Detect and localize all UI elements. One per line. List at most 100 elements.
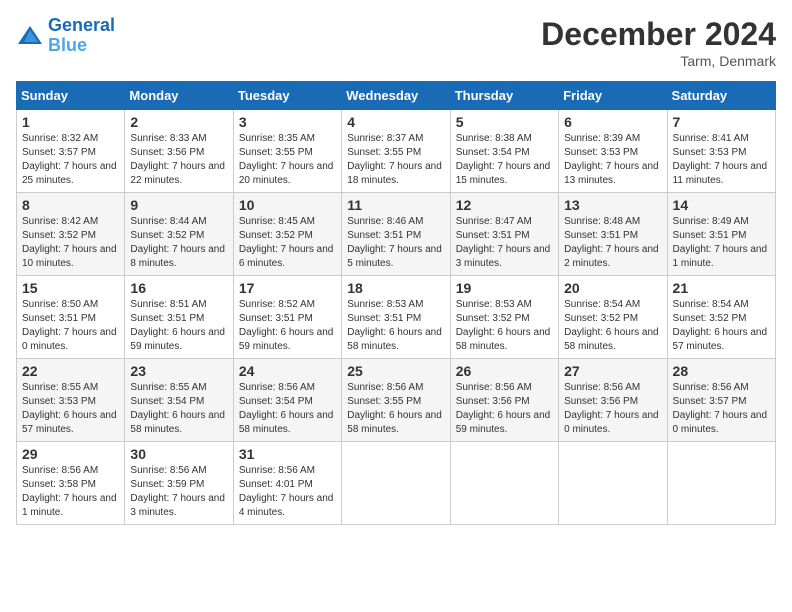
logo-icon <box>16 24 44 48</box>
day-number: 13 <box>564 197 661 213</box>
calendar-cell: 16 Sunrise: 8:51 AMSunset: 3:51 PMDayligh… <box>125 276 233 359</box>
day-number: 6 <box>564 114 661 130</box>
calendar-cell: 4Sunrise: 8:37 AMSunset: 3:55 PMDaylight… <box>342 110 450 193</box>
day-number: 20 <box>564 280 661 296</box>
day-info: Sunrise: 8:39 AMSunset: 3:53 PMDaylight:… <box>564 132 661 188</box>
day-info: Sunrise: 8:54 AMSunset: 3:52 PMDaylight:… <box>564 298 661 354</box>
day-info: Sunrise: 8:56 AMSunset: 3:54 PMDaylight:… <box>239 381 336 437</box>
calendar-cell: 23 Sunrise: 8:55 AMSunset: 3:54 PMDayligh… <box>125 359 233 442</box>
col-header-thursday: Thursday <box>450 82 558 110</box>
calendar-cell: 31 Sunrise: 8:56 AMSunset: 4:01 PMDayligh… <box>233 442 341 525</box>
day-info: Sunrise: 8:47 AMSunset: 3:51 PMDaylight:… <box>456 215 553 271</box>
day-info: Sunrise: 8:50 AMSunset: 3:51 PMDaylight:… <box>22 298 119 354</box>
day-number: 19 <box>456 280 553 296</box>
calendar-cell: 2 Sunrise: 8:33 AMSunset: 3:56 PMDaylight… <box>125 110 233 193</box>
day-number: 8 <box>22 197 119 213</box>
day-info: Sunrise: 8:56 AMSunset: 3:57 PMDaylight:… <box>673 381 770 437</box>
calendar-cell: 11 Sunrise: 8:46 AMSunset: 3:51 PMDayligh… <box>342 193 450 276</box>
col-header-tuesday: Tuesday <box>233 82 341 110</box>
col-header-sunday: Sunday <box>17 82 125 110</box>
day-number: 17 <box>239 280 336 296</box>
calendar-cell: 5 Sunrise: 8:38 AMSunset: 3:54 PMDaylight… <box>450 110 558 193</box>
calendar-cell: 1 Sunrise: 8:32 AMSunset: 3:57 PMDaylight… <box>17 110 125 193</box>
day-number: 30 <box>130 446 227 462</box>
day-info: Sunrise: 8:42 AMSunset: 3:52 PMDaylight:… <box>22 215 119 271</box>
calendar-cell: 22 Sunrise: 8:55 AMSunset: 3:53 PMDayligh… <box>17 359 125 442</box>
calendar-cell: 15 Sunrise: 8:50 AMSunset: 3:51 PMDayligh… <box>17 276 125 359</box>
day-number: 10 <box>239 197 336 213</box>
calendar-cell <box>667 442 775 525</box>
calendar-cell: 6 Sunrise: 8:39 AMSunset: 3:53 PMDaylight… <box>559 110 667 193</box>
day-info: Sunrise: 8:56 AMSunset: 3:56 PMDaylight:… <box>564 381 661 437</box>
day-info: Sunrise: 8:35 AMSunset: 3:55 PMDaylight:… <box>239 132 336 188</box>
day-info: Sunrise: 8:49 AMSunset: 3:51 PMDaylight:… <box>673 215 770 271</box>
day-number: 18 <box>347 280 444 296</box>
day-number: 5 <box>456 114 553 130</box>
day-info: Sunrise: 8:56 AMSunset: 4:01 PMDaylight:… <box>239 464 336 520</box>
calendar-cell: 30 Sunrise: 8:56 AMSunset: 3:59 PMDayligh… <box>125 442 233 525</box>
calendar-cell: 7Sunrise: 8:41 AMSunset: 3:53 PMDaylight… <box>667 110 775 193</box>
calendar-cell: 27 Sunrise: 8:56 AMSunset: 3:56 PMDayligh… <box>559 359 667 442</box>
day-number: 12 <box>456 197 553 213</box>
calendar-cell: 10Sunrise: 8:45 AMSunset: 3:52 PMDayligh… <box>233 193 341 276</box>
week-row-2: 8 Sunrise: 8:42 AMSunset: 3:52 PMDaylight… <box>17 193 776 276</box>
day-number: 4 <box>347 114 444 130</box>
day-info: Sunrise: 8:55 AMSunset: 3:53 PMDaylight:… <box>22 381 119 437</box>
day-number: 22 <box>22 363 119 379</box>
day-info: Sunrise: 8:32 AMSunset: 3:57 PMDaylight:… <box>22 132 119 188</box>
calendar-cell: 3Sunrise: 8:35 AMSunset: 3:55 PMDaylight… <box>233 110 341 193</box>
day-info: Sunrise: 8:44 AMSunset: 3:52 PMDaylight:… <box>130 215 227 271</box>
location-subtitle: Tarm, Denmark <box>541 53 776 69</box>
week-row-3: 15 Sunrise: 8:50 AMSunset: 3:51 PMDayligh… <box>17 276 776 359</box>
day-info: Sunrise: 8:56 AMSunset: 3:58 PMDaylight:… <box>22 464 119 520</box>
day-info: Sunrise: 8:46 AMSunset: 3:51 PMDaylight:… <box>347 215 444 271</box>
day-info: Sunrise: 8:53 AMSunset: 3:52 PMDaylight:… <box>456 298 553 354</box>
calendar-cell: 9 Sunrise: 8:44 AMSunset: 3:52 PMDaylight… <box>125 193 233 276</box>
day-number: 31 <box>239 446 336 462</box>
day-info: Sunrise: 8:51 AMSunset: 3:51 PMDaylight:… <box>130 298 227 354</box>
day-info: Sunrise: 8:56 AMSunset: 3:59 PMDaylight:… <box>130 464 227 520</box>
day-info: Sunrise: 8:41 AMSunset: 3:53 PMDaylight:… <box>673 132 770 188</box>
day-info: Sunrise: 8:56 AMSunset: 3:56 PMDaylight:… <box>456 381 553 437</box>
calendar-table: SundayMondayTuesdayWednesdayThursdayFrid… <box>16 81 776 525</box>
logo-text: General Blue <box>48 16 115 56</box>
calendar-cell: 26 Sunrise: 8:56 AMSunset: 3:56 PMDayligh… <box>450 359 558 442</box>
day-number: 21 <box>673 280 770 296</box>
day-number: 11 <box>347 197 444 213</box>
day-number: 1 <box>22 114 119 130</box>
day-number: 15 <box>22 280 119 296</box>
calendar-cell: 14Sunrise: 8:49 AMSunset: 3:51 PMDayligh… <box>667 193 775 276</box>
calendar-cell: 20 Sunrise: 8:54 AMSunset: 3:52 PMDayligh… <box>559 276 667 359</box>
col-header-saturday: Saturday <box>667 82 775 110</box>
week-row-5: 29 Sunrise: 8:56 AMSunset: 3:58 PMDayligh… <box>17 442 776 525</box>
day-number: 9 <box>130 197 227 213</box>
calendar-cell: 25 Sunrise: 8:56 AMSunset: 3:55 PMDayligh… <box>342 359 450 442</box>
day-number: 24 <box>239 363 336 379</box>
calendar-cell: 28Sunrise: 8:56 AMSunset: 3:57 PMDayligh… <box>667 359 775 442</box>
day-number: 25 <box>347 363 444 379</box>
day-number: 23 <box>130 363 227 379</box>
day-number: 29 <box>22 446 119 462</box>
week-row-4: 22 Sunrise: 8:55 AMSunset: 3:53 PMDayligh… <box>17 359 776 442</box>
day-info: Sunrise: 8:55 AMSunset: 3:54 PMDaylight:… <box>130 381 227 437</box>
day-info: Sunrise: 8:53 AMSunset: 3:51 PMDaylight:… <box>347 298 444 354</box>
day-number: 26 <box>456 363 553 379</box>
calendar-cell: 24 Sunrise: 8:56 AMSunset: 3:54 PMDayligh… <box>233 359 341 442</box>
calendar-cell: 12 Sunrise: 8:47 AMSunset: 3:51 PMDayligh… <box>450 193 558 276</box>
logo: General Blue <box>16 16 115 56</box>
month-title: December 2024 <box>541 16 776 53</box>
day-info: Sunrise: 8:33 AMSunset: 3:56 PMDaylight:… <box>130 132 227 188</box>
calendar-cell: 17 Sunrise: 8:52 AMSunset: 3:51 PMDayligh… <box>233 276 341 359</box>
calendar-cell: 21Sunrise: 8:54 AMSunset: 3:52 PMDayligh… <box>667 276 775 359</box>
day-number: 27 <box>564 363 661 379</box>
day-info: Sunrise: 8:56 AMSunset: 3:55 PMDaylight:… <box>347 381 444 437</box>
day-info: Sunrise: 8:52 AMSunset: 3:51 PMDaylight:… <box>239 298 336 354</box>
calendar-cell <box>342 442 450 525</box>
calendar-cell <box>450 442 558 525</box>
week-row-1: 1 Sunrise: 8:32 AMSunset: 3:57 PMDaylight… <box>17 110 776 193</box>
day-number: 16 <box>130 280 227 296</box>
calendar-cell: 19 Sunrise: 8:53 AMSunset: 3:52 PMDayligh… <box>450 276 558 359</box>
day-info: Sunrise: 8:38 AMSunset: 3:54 PMDaylight:… <box>456 132 553 188</box>
page-header: General Blue December 2024 Tarm, Denmark <box>16 16 776 69</box>
day-number: 2 <box>130 114 227 130</box>
